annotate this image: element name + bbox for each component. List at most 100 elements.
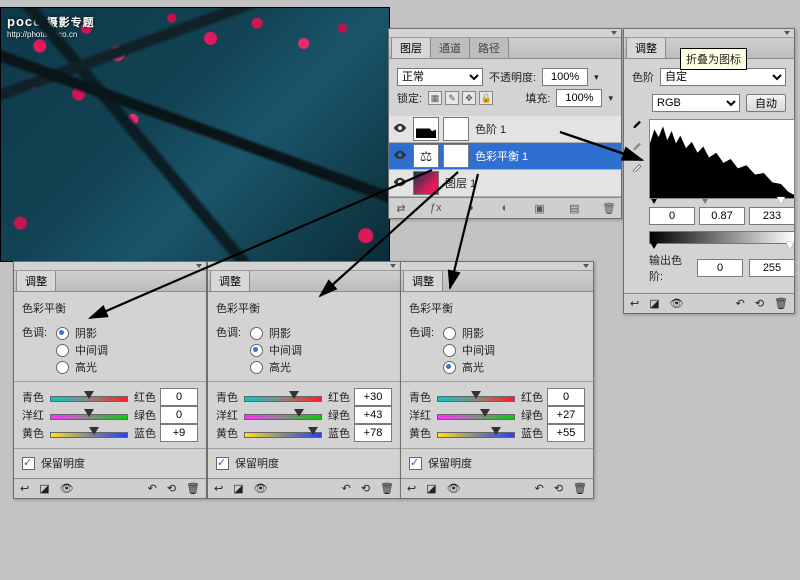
eye-icon[interactable]: 👁 — [60, 482, 74, 495]
trash-icon[interactable]: 🗑 — [186, 482, 200, 495]
in-gamma-input[interactable] — [699, 207, 745, 225]
reset-icon[interactable]: ⟲ — [554, 482, 563, 495]
gray-dropper-icon[interactable] — [632, 137, 645, 153]
trash-icon[interactable]: 🗑 — [774, 297, 788, 310]
radio-mid[interactable] — [56, 344, 69, 357]
cb-slider-1[interactable] — [50, 391, 128, 405]
cb-value-2[interactable] — [547, 406, 585, 424]
lock-all-icon[interactable]: 🔒 — [479, 91, 493, 105]
in-white-input[interactable] — [749, 207, 795, 225]
panel-grip[interactable] — [389, 29, 621, 38]
prev-icon[interactable]: ↶ — [148, 482, 157, 495]
layer-row-colorbalance[interactable]: 色彩平衡 1 — [389, 143, 621, 170]
out-black-input[interactable] — [697, 259, 743, 277]
clip-icon[interactable]: ◪ — [649, 297, 659, 310]
return-icon[interactable]: ↩ — [630, 297, 639, 310]
chevron-down-icon[interactable]: ▾ — [594, 72, 599, 83]
lock-position-icon[interactable]: ✥ — [462, 91, 476, 105]
panel-grip[interactable] — [208, 262, 400, 271]
visibility-icon[interactable] — [389, 123, 411, 136]
cb-slider-3[interactable] — [437, 427, 515, 441]
tab-layers[interactable]: 图层 — [391, 36, 431, 58]
prev-icon[interactable]: ↶ — [535, 482, 544, 495]
trash-icon[interactable]: 🗑 — [380, 482, 394, 495]
clip-icon[interactable]: ◪ — [39, 482, 49, 495]
cb-value-3[interactable] — [354, 424, 392, 442]
preserve-checkbox[interactable] — [22, 457, 35, 470]
layer-name[interactable]: 色阶 1 — [475, 121, 506, 137]
blend-mode-select[interactable]: 正常 — [397, 68, 483, 86]
layer-name[interactable]: 色彩平衡 1 — [475, 148, 528, 164]
preserve-checkbox[interactable] — [409, 457, 422, 470]
reset-icon[interactable]: ⟲ — [755, 297, 764, 310]
mask-icon[interactable]: ◑ — [462, 201, 478, 215]
folder-icon[interactable]: ▣ — [532, 201, 548, 215]
tab-adjust[interactable]: 调整 — [16, 269, 56, 291]
tab-adjust[interactable]: 调整 — [626, 36, 666, 58]
radio-shadows[interactable] — [250, 327, 263, 340]
opacity-input[interactable] — [542, 68, 588, 86]
cb-value-3[interactable] — [160, 424, 198, 442]
radio-mid[interactable] — [250, 344, 263, 357]
mask-thumb[interactable] — [443, 144, 469, 168]
cb-value-3[interactable] — [547, 424, 585, 442]
channel-select[interactable]: RGB — [652, 94, 740, 112]
in-black-input[interactable] — [649, 207, 695, 225]
mask-thumb[interactable] — [443, 117, 469, 141]
preset-select[interactable]: 自定 — [660, 68, 786, 86]
cb-value-1[interactable] — [547, 388, 585, 406]
prev-icon[interactable]: ↶ — [342, 482, 351, 495]
fx-icon[interactable]: ƒx — [428, 201, 444, 215]
tab-adjust[interactable]: 调整 — [210, 269, 250, 291]
eye-icon[interactable]: 👁 — [447, 482, 461, 495]
chevron-down-icon[interactable]: ▾ — [608, 93, 613, 104]
preserve-checkbox[interactable] — [216, 457, 229, 470]
link-icon[interactable]: ⇄ — [393, 201, 409, 215]
clip-icon[interactable]: ◪ — [426, 482, 436, 495]
cb-slider-3[interactable] — [244, 427, 322, 441]
cb-slider-3[interactable] — [50, 427, 128, 441]
auto-button[interactable]: 自动 — [746, 94, 786, 112]
return-icon[interactable]: ↩ — [214, 482, 223, 495]
panel-grip[interactable] — [401, 262, 593, 271]
cb-value-2[interactable] — [354, 406, 392, 424]
eye-icon[interactable]: 👁 — [670, 297, 684, 310]
layer-name[interactable]: 图层 1 — [445, 175, 476, 191]
radio-hi[interactable] — [443, 361, 456, 374]
adjust-icon[interactable]: ◐ — [497, 201, 513, 215]
lock-transparent-icon[interactable]: ▦ — [428, 91, 442, 105]
layer-row-levels[interactable]: 色阶 1 — [389, 116, 621, 143]
eye-icon[interactable]: 👁 — [254, 482, 268, 495]
visibility-icon[interactable] — [389, 177, 411, 190]
black-dropper-icon[interactable] — [632, 115, 645, 131]
panel-grip[interactable] — [624, 29, 794, 38]
layer-row-image[interactable]: 图层 1 — [389, 170, 621, 197]
white-dropper-icon[interactable] — [632, 159, 645, 175]
tab-paths[interactable]: 路径 — [469, 36, 509, 58]
return-icon[interactable]: ↩ — [20, 482, 29, 495]
tab-adjust[interactable]: 调整 — [403, 269, 443, 291]
cb-slider-2[interactable] — [437, 409, 515, 423]
radio-shadows[interactable] — [56, 327, 69, 340]
cb-value-2[interactable] — [160, 406, 198, 424]
cb-value-1[interactable] — [160, 388, 198, 406]
new-layer-icon[interactable]: ▤ — [566, 201, 582, 215]
reset-icon[interactable]: ⟲ — [167, 482, 176, 495]
prev-icon[interactable]: ↶ — [736, 297, 745, 310]
cb-slider-1[interactable] — [437, 391, 515, 405]
panel-grip[interactable] — [14, 262, 206, 271]
tab-channels[interactable]: 通道 — [430, 36, 470, 58]
radio-hi[interactable] — [250, 361, 263, 374]
radio-shadows[interactable] — [443, 327, 456, 340]
out-white-input[interactable] — [749, 259, 795, 277]
trash-icon[interactable]: 🗑 — [601, 201, 617, 215]
reset-icon[interactable]: ⟲ — [361, 482, 370, 495]
fill-input[interactable] — [556, 89, 602, 107]
visibility-icon[interactable] — [389, 150, 411, 163]
radio-hi[interactable] — [56, 361, 69, 374]
cb-value-1[interactable] — [354, 388, 392, 406]
cb-slider-1[interactable] — [244, 391, 322, 405]
output-sliders[interactable] — [649, 242, 795, 249]
lock-pixels-icon[interactable]: ✎ — [445, 91, 459, 105]
return-icon[interactable]: ↩ — [407, 482, 416, 495]
